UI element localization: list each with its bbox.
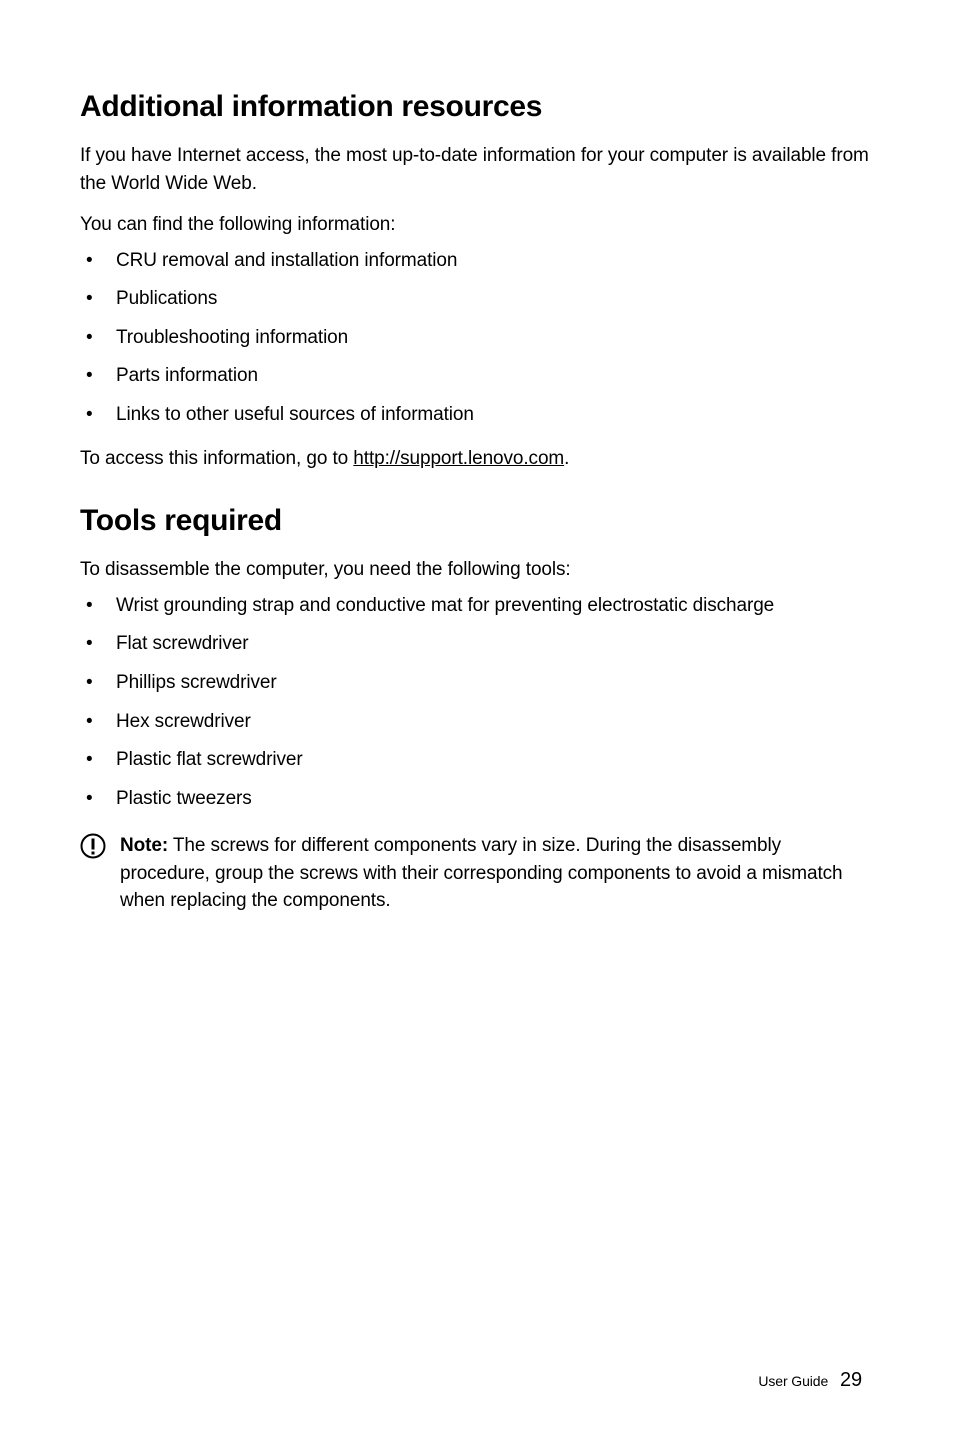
list-tools: Wrist grounding strap and conductive mat…: [80, 592, 874, 812]
footer-label: User Guide: [758, 1373, 828, 1389]
para-internet-access: If you have Internet access, the most up…: [80, 142, 874, 197]
heading-additional-resources: Additional information resources: [80, 90, 874, 124]
list-item: Phillips screwdriver: [80, 669, 874, 697]
note-label: Note:: [120, 835, 168, 856]
page-number: 29: [840, 1369, 862, 1391]
para-access-link: To access this information, go to http:/…: [80, 448, 874, 470]
list-item: Plastic flat screwdriver: [80, 746, 874, 774]
list-item: Links to other useful sources of informa…: [80, 401, 874, 429]
list-item: Parts information: [80, 362, 874, 390]
list-item: Plastic tweezers: [80, 785, 874, 813]
list-item: CRU removal and installation information: [80, 247, 874, 275]
list-item: Publications: [80, 285, 874, 313]
note-body: The screws for different components vary…: [120, 835, 843, 911]
para-find-info: You can find the following information:: [80, 211, 874, 239]
list-item: Hex screwdriver: [80, 708, 874, 736]
heading-tools-required: Tools required: [80, 504, 874, 538]
list-item: Flat screwdriver: [80, 630, 874, 658]
section-additional-resources: Additional information resources If you …: [80, 90, 874, 470]
list-item: Troubleshooting information: [80, 324, 874, 352]
support-link[interactable]: http://support.lenovo.com: [353, 448, 564, 469]
page-footer: User Guide 29: [758, 1369, 862, 1392]
note-block: Note: The screws for different component…: [80, 832, 874, 915]
list-info-items: CRU removal and installation information…: [80, 247, 874, 429]
access-prefix: To access this information, go to: [80, 448, 353, 469]
info-icon: [80, 833, 106, 864]
para-disassemble: To disassemble the computer, you need th…: [80, 556, 874, 584]
list-item: Wrist grounding strap and conductive mat…: [80, 592, 874, 620]
access-suffix: .: [564, 448, 569, 469]
note-text: Note: The screws for different component…: [120, 832, 874, 915]
section-tools-required: Tools required To disassemble the comput…: [80, 504, 874, 914]
